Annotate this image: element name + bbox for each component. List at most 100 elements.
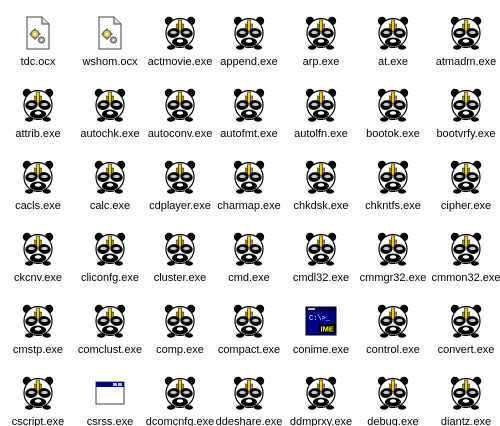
panda-exe-icon[interactable] [233, 232, 265, 266]
file-item[interactable]: autolfn.exe [285, 88, 357, 158]
panda-exe-icon[interactable] [164, 16, 196, 50]
file-item[interactable]: cmmon32.exe [430, 232, 500, 302]
file-name-label[interactable]: atmadm.exe [424, 56, 500, 69]
file-name-label[interactable]: cipher.exe [424, 200, 500, 213]
panda-exe-icon[interactable] [22, 304, 54, 338]
panda-exe-icon[interactable] [22, 160, 54, 194]
panda-exe-icon[interactable] [450, 16, 482, 50]
panda-exe-icon[interactable] [233, 16, 265, 50]
file-name-label[interactable]: cmmon32.exe [424, 272, 500, 285]
panda-exe-icon[interactable] [233, 304, 265, 338]
icon-row: cscript.exe csrss.exe dcomcnfg.exe ddesh… [0, 376, 500, 426]
file-item[interactable]: cdplayer.exe [144, 160, 216, 230]
panda-exe-icon[interactable] [450, 88, 482, 122]
panda-exe-icon[interactable] [164, 376, 196, 410]
file-name-label[interactable]: bootvrfy.exe [424, 128, 500, 141]
file-item[interactable]: cipher.exe [430, 160, 500, 230]
file-item[interactable]: comp.exe [144, 304, 216, 374]
file-name-label[interactable]: cmmgr32.exe [351, 272, 435, 285]
window-app-icon[interactable] [94, 376, 126, 410]
file-item[interactable]: wshom.ocx [74, 16, 146, 86]
file-item[interactable]: arp.exe [285, 16, 357, 86]
panda-exe-icon[interactable] [305, 88, 337, 122]
panda-exe-icon[interactable] [450, 304, 482, 338]
panda-exe-icon[interactable] [377, 376, 409, 410]
file-item[interactable]: attrib.exe [2, 88, 74, 158]
panda-exe-icon[interactable] [94, 160, 126, 194]
panda-exe-icon[interactable] [233, 376, 265, 410]
file-item[interactable]: comclust.exe [74, 304, 146, 374]
panda-exe-icon[interactable] [164, 160, 196, 194]
file-item[interactable]: ddeshare.exe [213, 376, 285, 426]
file-item[interactable]: cmd.exe [213, 232, 285, 302]
file-item[interactable]: convert.exe [430, 304, 500, 374]
panda-exe-icon[interactable] [94, 304, 126, 338]
file-item[interactable]: bootok.exe [357, 88, 429, 158]
file-item[interactable]: calc.exe [74, 160, 146, 230]
file-item[interactable]: C:\>_ IME conime.exe [285, 304, 357, 374]
file-item[interactable]: bootvrfy.exe [430, 88, 500, 158]
file-item[interactable]: control.exe [357, 304, 429, 374]
panda-exe-icon[interactable] [450, 376, 482, 410]
file-name-label[interactable]: bootok.exe [351, 128, 435, 141]
file-item[interactable]: ckcnv.exe [2, 232, 74, 302]
file-item[interactable]: at.exe [357, 16, 429, 86]
file-item[interactable]: csrss.exe [74, 376, 146, 426]
file-item[interactable]: tdc.ocx [2, 16, 74, 86]
file-item[interactable]: dcomcnfg.exe [144, 376, 216, 426]
file-item[interactable]: atmadm.exe [430, 16, 500, 86]
console-ime-icon[interactable]: C:\>_ IME [305, 304, 337, 338]
panda-exe-icon[interactable] [164, 304, 196, 338]
panda-exe-icon[interactable] [22, 88, 54, 122]
icon-row: ckcnv.exe cliconfg.exe cluster.exe cmd.e… [0, 232, 500, 302]
panda-exe-icon[interactable] [377, 160, 409, 194]
panda-exe-icon[interactable] [377, 88, 409, 122]
file-item[interactable]: cluster.exe [144, 232, 216, 302]
file-item[interactable]: cmmgr32.exe [357, 232, 429, 302]
panda-exe-icon[interactable] [450, 160, 482, 194]
file-item[interactable]: append.exe [213, 16, 285, 86]
file-item[interactable]: ddmprxy.exe [285, 376, 357, 426]
file-icon-view[interactable]: tdc.ocx wshom.ocx actmovie.exe append.ex… [0, 0, 500, 426]
panda-exe-icon[interactable] [94, 232, 126, 266]
file-item[interactable]: cliconfg.exe [74, 232, 146, 302]
panda-exe-icon[interactable] [22, 232, 54, 266]
file-item[interactable]: autoconv.exe [144, 88, 216, 158]
panda-exe-icon[interactable] [305, 232, 337, 266]
file-item[interactable]: diantz.exe [430, 376, 500, 426]
file-item[interactable]: chkdsk.exe [285, 160, 357, 230]
file-name-label[interactable]: chkntfs.exe [351, 200, 435, 213]
file-item[interactable]: cacls.exe [2, 160, 74, 230]
panda-exe-icon[interactable] [377, 304, 409, 338]
file-name-label[interactable]: control.exe [351, 344, 435, 357]
file-item[interactable]: cscript.exe [2, 376, 74, 426]
file-item[interactable]: charmap.exe [213, 160, 285, 230]
file-item[interactable]: chkntfs.exe [357, 160, 429, 230]
panda-exe-icon[interactable] [450, 232, 482, 266]
panda-exe-icon[interactable] [377, 16, 409, 50]
panda-exe-icon[interactable] [22, 376, 54, 410]
file-name-label[interactable]: at.exe [351, 56, 435, 69]
file-item[interactable]: compact.exe [213, 304, 285, 374]
panda-exe-icon[interactable] [164, 88, 196, 122]
panda-exe-icon[interactable] [305, 16, 337, 50]
panda-exe-icon[interactable] [305, 160, 337, 194]
file-item[interactable]: autofmt.exe [213, 88, 285, 158]
file-item[interactable]: actmovie.exe [144, 16, 216, 86]
ocx-file-icon[interactable] [22, 16, 54, 50]
panda-exe-icon[interactable] [164, 232, 196, 266]
panda-exe-icon[interactable] [94, 88, 126, 122]
file-name-label[interactable]: debug.exe [351, 416, 435, 426]
icon-row: attrib.exe autochk.exe autoconv.exe auto… [0, 88, 500, 158]
file-item[interactable]: cmdl32.exe [285, 232, 357, 302]
ocx-file-icon[interactable] [94, 16, 126, 50]
panda-exe-icon[interactable] [233, 160, 265, 194]
panda-exe-icon[interactable] [377, 232, 409, 266]
file-item[interactable]: autochk.exe [74, 88, 146, 158]
file-item[interactable]: cmstp.exe [2, 304, 74, 374]
file-name-label[interactable]: convert.exe [424, 344, 500, 357]
panda-exe-icon[interactable] [233, 88, 265, 122]
file-item[interactable]: debug.exe [357, 376, 429, 426]
file-name-label[interactable]: diantz.exe [424, 416, 500, 426]
panda-exe-icon[interactable] [305, 376, 337, 410]
